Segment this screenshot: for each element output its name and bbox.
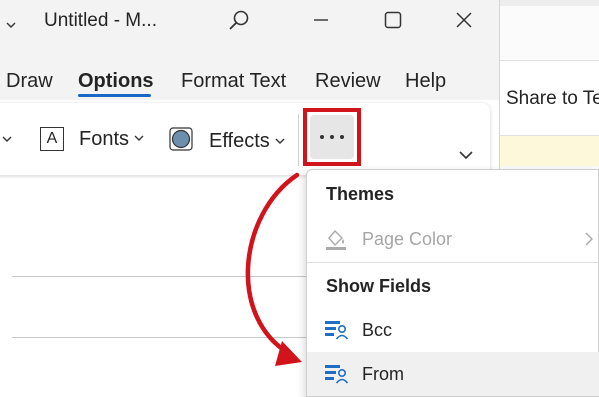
fonts-button[interactable]: A Fonts <box>40 127 144 151</box>
fonts-label: Fonts <box>79 127 130 150</box>
close-icon <box>455 11 473 34</box>
chevron-down-icon[interactable] <box>6 17 16 28</box>
page-color-icon <box>324 228 350 250</box>
chevron-down-icon <box>134 130 144 148</box>
bcc-field-icon <box>324 319 350 341</box>
info-banner <box>500 136 599 166</box>
maximize-button[interactable] <box>375 6 411 38</box>
bcc-label: Bcc <box>362 319 393 340</box>
menu-separator <box>307 262 599 263</box>
tab-help[interactable]: Help <box>405 70 446 93</box>
search-icon <box>228 9 250 36</box>
ribbon-expand-button[interactable] <box>458 148 474 166</box>
effects-label: Effects <box>209 130 270 152</box>
share-to-teams-button[interactable]: Share to Te <box>506 88 599 110</box>
tab-review[interactable]: Review <box>315 70 381 93</box>
effects-button[interactable]: Effects <box>169 127 285 156</box>
tab-format-text[interactable]: Format Text <box>181 70 286 93</box>
bcc-item[interactable]: Bcc <box>307 308 599 352</box>
from-item[interactable]: From <box>307 352 599 396</box>
themes-heading: Themes <box>326 184 395 204</box>
maximize-icon <box>384 11 402 34</box>
more-options-menu: Themes Page Color Show Fields Bcc From <box>306 169 599 397</box>
header-field-divider <box>12 276 312 277</box>
page-color-item[interactable]: Page Color <box>307 217 599 261</box>
more-options-highlight-box <box>303 108 361 166</box>
from-field-icon <box>324 363 350 385</box>
minimize-button[interactable] <box>303 6 339 38</box>
ribbon-separator <box>298 114 299 166</box>
minimize-icon <box>313 12 329 33</box>
close-button[interactable] <box>446 6 482 38</box>
header-field-divider <box>12 337 312 338</box>
title-bar: Untitled - M... <box>0 0 499 44</box>
page-color-label: Page Color <box>362 228 453 249</box>
ribbon-overflow-left-chevron[interactable] <box>2 131 12 149</box>
ribbon-tabs: Draw Options Format Text Review Help <box>0 44 499 100</box>
tab-draw[interactable]: Draw <box>6 70 53 93</box>
from-label: From <box>362 363 404 384</box>
search-button[interactable] <box>221 6 257 38</box>
background-window-titlebar <box>500 0 599 6</box>
active-tab-indicator <box>78 94 151 97</box>
window-title: Untitled - M... <box>44 10 157 31</box>
chevron-down-icon <box>458 148 474 166</box>
chevron-down-icon <box>2 131 12 149</box>
fonts-icon: A <box>40 127 64 151</box>
chevron-down-icon <box>275 133 285 151</box>
chevron-right-icon <box>584 231 594 252</box>
tab-options[interactable]: Options <box>78 70 154 93</box>
show-fields-heading: Show Fields <box>326 276 432 296</box>
effects-icon <box>169 127 193 156</box>
